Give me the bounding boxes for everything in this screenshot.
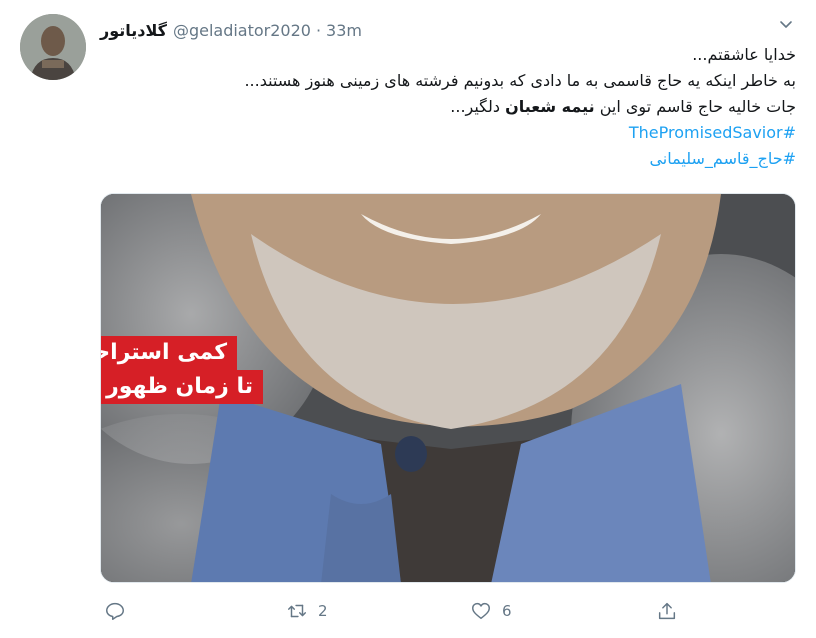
tweet-line-3-bold: نیمه شعبان <box>505 97 595 116</box>
image-caption-line-1: کمی استراحت کن... <box>101 336 237 370</box>
tweet-header: گلادیاتور @geladiator2020 · 33m <box>100 18 362 42</box>
user-handle[interactable]: @geladiator2020 <box>173 21 311 40</box>
share-button[interactable] <box>656 598 678 624</box>
reply-button[interactable] <box>104 598 136 624</box>
hashtag-promised-savior[interactable]: #ThePromisedSavior <box>100 120 796 146</box>
share-icon <box>658 602 676 620</box>
tweet-line-1: خدایا عاشقتم... <box>692 45 796 64</box>
retweet-button[interactable]: 2 <box>286 598 328 624</box>
tweet-line-3-start: جات خالیه حاج قاسم توی این <box>599 97 796 116</box>
tweet[interactable]: گلادیاتور @geladiator2020 · 33m خدایا عا… <box>0 0 816 638</box>
tweet-line-3: جات خالیه حاج قاسم توی این نیمه شعبان دل… <box>100 94 796 120</box>
like-button[interactable]: 6 <box>470 598 512 624</box>
hashtag-haj-qasem[interactable]: #حاج_قاسم_سلیمانی <box>100 146 796 172</box>
timestamp[interactable]: 33m <box>326 21 362 40</box>
tweet-actions: 2 6 <box>100 598 796 624</box>
tweet-text: خدایا عاشقتم... به خاطر اینکه یه حاج قاس… <box>100 42 796 172</box>
chevron-down-icon <box>780 21 792 28</box>
reply-icon <box>106 602 124 620</box>
tweet-line-2: به خاطر اینکه یه حاج قاسمی به ما دادی که… <box>244 71 796 90</box>
retweet-count: 2 <box>318 602 328 620</box>
avatar-image <box>20 14 86 80</box>
display-name[interactable]: گلادیاتور <box>100 21 167 40</box>
separator-dot: · <box>315 20 322 40</box>
tweet-line-3-end: دلگیر... <box>450 97 501 116</box>
like-count: 6 <box>502 602 512 620</box>
heart-icon <box>472 602 490 620</box>
image-caption-line-2: تا زمان ظهور ان شاالله... <box>101 370 263 404</box>
avatar[interactable] <box>20 14 86 80</box>
tweet-media[interactable]: کمی استراحت کن... تا زمان ظهور ان شاالله… <box>100 193 796 583</box>
retweet-icon <box>288 604 306 618</box>
more-options-button[interactable] <box>776 14 796 34</box>
